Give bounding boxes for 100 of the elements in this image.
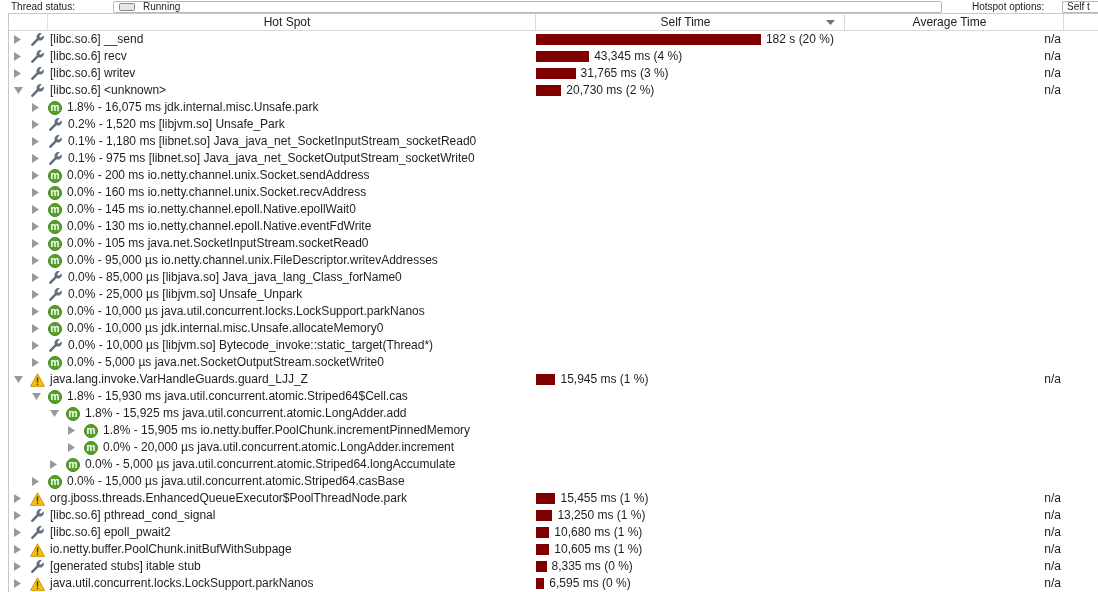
tree-item-label[interactable]: 0.0% - 105 ms java.net.SocketInputStream.socketRead0 [67,235,369,252]
caret-right-icon[interactable] [32,137,39,146]
column-header[interactable]: Self Time [536,14,845,30]
tree-item-label[interactable]: 0.0% - 25,000 µs [libjvm.so] Unsafe_Unpark [68,286,303,303]
tree-item-label[interactable]: 1.8% - 15,930 ms java.util.concurrent.atomic.Striped64$Cell.cas [67,388,408,405]
tree-item-label[interactable]: [libc.so.6] epoll_pwait2 [50,524,171,541]
caret-right-icon[interactable] [32,477,39,486]
column-header[interactable]: Average Time [845,14,1064,30]
wrench-icon [30,66,45,81]
caret-down-icon[interactable] [14,87,23,94]
self-time-value: 15,455 ms (1 %) [560,490,649,507]
wrench-icon [48,338,63,353]
self-time-value: 15,945 ms (1 %) [560,371,649,388]
thread-status-field: Running [113,0,942,13]
tree-item-label[interactable]: java.lang.invoke.VarHandleGuards.guard_LJJ_Z [50,371,308,388]
caret-right-icon[interactable] [32,290,39,299]
method-icon: m [48,321,62,336]
caret-right-icon[interactable] [32,205,39,214]
wrench-icon [30,83,45,98]
tree-item-label[interactable]: 0.0% - 200 ms io.netty.channel.unix.Socket.sendAddress [67,167,370,184]
caret-right-icon[interactable] [68,443,75,452]
warning-icon [30,372,45,387]
tree-item-label[interactable]: 1.8% - 16,075 ms jdk.internal.misc.Unsafe.park [67,99,319,116]
caret-right-icon[interactable] [14,52,21,61]
self-time-value: 10,680 ms (1 %) [554,524,643,541]
caret-right-icon[interactable] [32,307,39,316]
tree-item-label[interactable]: [libc.so.6] __send [50,31,144,48]
warning-icon [30,491,45,506]
tree-item-label[interactable]: io.netty.buffer.PoolChunk.initBufWithSubpage [50,541,292,558]
self-time-value: 13,250 ms (1 %) [557,507,646,524]
caret-right-icon[interactable] [32,188,39,197]
wrench-icon [30,32,45,47]
caret-right-icon[interactable] [32,256,39,265]
caret-down-icon[interactable] [14,376,23,383]
column-header[interactable]: Hot Spot [48,14,536,30]
wrench-icon [48,151,63,166]
method-icon: m [48,253,62,268]
caret-down-icon[interactable] [32,393,41,400]
tree-item-label[interactable]: 1.8% - 15,905 ms io.netty.buffer.PoolChunk.incrementPinnedMemory [103,422,471,439]
caret-down-icon[interactable] [50,410,59,417]
tree-item-label[interactable]: 0.0% - 160 ms io.netty.channel.unix.Socket.recvAddress [67,184,367,201]
tree-item-label[interactable]: 0.0% - 5,000 µs java.net.SocketOutputStream.socketWrite0 [67,354,384,371]
tree-item-label[interactable]: 0.0% - 85,000 µs [libjava.so] Java_java_lang_Class_forName0 [68,269,402,286]
tree-item-label[interactable]: [libc.so.6] pthread_cond_signal [50,507,216,524]
tree-item-label[interactable]: 0.0% - 145 ms io.netty.channel.epoll.Native.epollWait0 [67,201,356,218]
tree-item-label[interactable]: 1.8% - 15,925 ms java.util.concurrent.atomic.LongAdder.add [85,405,407,422]
caret-right-icon[interactable] [32,273,39,282]
tree-item-label[interactable]: 0.0% - 20,000 µs java.util.concurrent.atomic.LongAdder.increment [103,439,455,456]
caret-right-icon[interactable] [14,528,21,537]
method-icon: m [48,185,62,200]
self-time-value: 31,765 ms (3 %) [580,65,669,82]
caret-right-icon[interactable] [32,239,39,248]
average-time-value: n/a [1044,507,1061,524]
tree-item-label[interactable]: [generated stubs] itable stub [50,558,201,575]
caret-right-icon[interactable] [32,222,39,231]
tree-item-label[interactable]: 0.0% - 95,000 µs io.netty.channel.unix.FileDescriptor.writevAddresses [67,252,438,269]
tree-item-label[interactable]: java.util.concurrent.locks.LockSupport.parkNanos [50,575,314,592]
caret-right-icon[interactable] [14,35,21,44]
caret-right-icon[interactable] [68,426,75,435]
caret-right-icon[interactable] [32,324,39,333]
tree-item-label[interactable]: 0.0% - 5,000 µs java.util.concurrent.atomic.Striped64.longAccumulate [85,456,456,473]
caret-right-icon[interactable] [14,494,21,503]
caret-right-icon[interactable] [32,103,39,112]
caret-right-icon[interactable] [32,358,39,367]
tree-item-label[interactable]: [libc.so.6] <unknown> [50,82,167,99]
method-icon: m [84,440,98,455]
self-time-value: 8,335 ms (0 %) [551,558,633,575]
average-time-value: n/a [1044,558,1061,575]
wrench-icon [48,134,63,149]
tree-item-label[interactable]: [libc.so.6] writev [50,65,136,82]
tree-item-label[interactable]: 0.0% - 10,000 µs jdk.internal.misc.Unsafe.allocateMemory0 [67,320,384,337]
caret-right-icon[interactable] [32,341,39,350]
tree-item-label[interactable]: 0.2% - 1,520 ms [libjvm.so] Unsafe_Park [68,116,285,133]
average-time-value: n/a [1044,524,1061,541]
tree-item-label[interactable]: 0.0% - 10,000 µs java.util.concurrent.locks.LockSupport.parkNanos [67,303,425,320]
tree-item-label[interactable]: org.jboss.threads.EnhancedQueueExecutor$PoolThreadNode.park [50,490,407,507]
caret-right-icon[interactable] [50,460,57,469]
tree-item-label[interactable]: 0.0% - 130 ms io.netty.channel.epoll.Native.eventFdWrite [67,218,372,235]
caret-right-icon[interactable] [14,511,21,520]
average-time-value: n/a [1044,490,1061,507]
tree-item-label[interactable]: [libc.so.6] recv [50,48,127,65]
hotspot-options-dropdown[interactable]: Self t [1062,0,1098,13]
wrench-icon [30,49,45,64]
caret-right-icon[interactable] [14,69,21,78]
tree-item-label[interactable]: 0.1% - 975 ms [libnet.so] Java_java_net_SocketOutputStream_socketWrite0 [68,150,475,167]
average-time-value: n/a [1044,575,1061,592]
status-icon [119,2,135,11]
caret-right-icon[interactable] [14,545,21,554]
caret-right-icon[interactable] [32,154,39,163]
average-time-value: n/a [1044,541,1061,558]
caret-right-icon[interactable] [32,120,39,129]
tree-item-label[interactable]: 0.0% - 15,000 µs java.util.concurrent.atomic.Striped64.casBase [67,473,405,490]
caret-right-icon[interactable] [14,579,21,588]
average-time-value: n/a [1044,65,1061,82]
tree-item-label[interactable]: 0.1% - 1,180 ms [libnet.so] Java_java_net_SocketInputStream_socketRead0 [68,133,477,150]
caret-right-icon[interactable] [32,171,39,180]
wrench-icon [30,508,45,523]
tree-item-label[interactable]: 0.0% - 10,000 µs [libjvm.so] Bytecode_invoke::static_target(Thread*) [68,337,434,354]
caret-right-icon[interactable] [14,562,21,571]
self-time-value: 20,730 ms (2 %) [566,82,655,99]
